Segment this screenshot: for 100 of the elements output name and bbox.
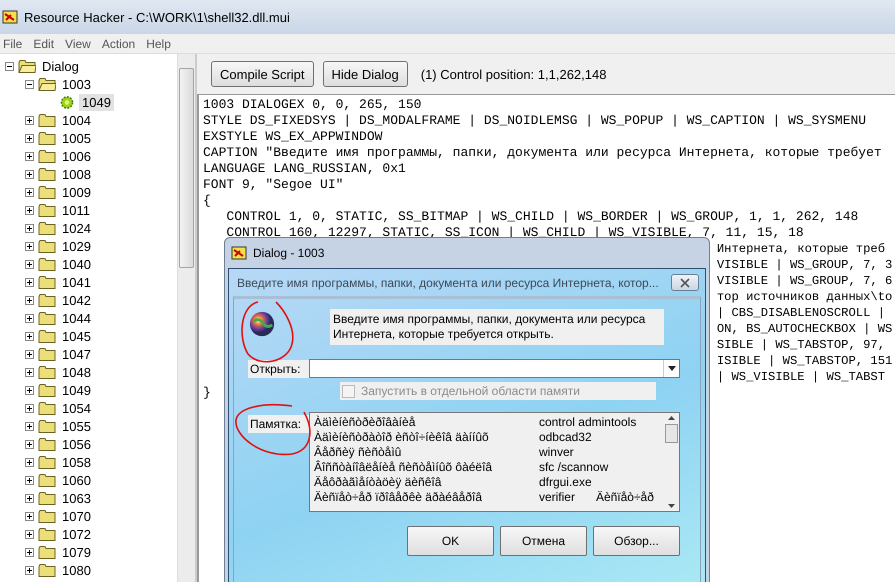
tree-item[interactable]: 1063 bbox=[59, 490, 94, 506]
tree-item[interactable]: 1054 bbox=[59, 400, 94, 416]
app-icon bbox=[2, 9, 18, 25]
expand-icon[interactable] bbox=[24, 564, 35, 576]
expand-icon[interactable] bbox=[24, 114, 35, 126]
memo-listbox[interactable] bbox=[308, 412, 680, 512]
code-line: VISIBLE | WS_GROUP, 7, 6 bbox=[716, 273, 892, 289]
expand-icon[interactable] bbox=[24, 222, 35, 234]
scroll-up-icon[interactable] bbox=[668, 416, 675, 420]
menu-item[interactable]: File bbox=[0, 36, 30, 50]
scrollbar[interactable] bbox=[177, 54, 195, 582]
tree-item[interactable]: 1040 bbox=[59, 256, 94, 272]
expand-icon[interactable] bbox=[24, 132, 35, 144]
code-line: EXSTYLE WS_EX_APPWINDOW bbox=[203, 129, 382, 144]
expand-icon[interactable] bbox=[24, 366, 35, 378]
memo-cell-text: verifier bbox=[538, 490, 576, 505]
tree-item[interactable]: 1070 bbox=[59, 508, 94, 524]
code-line: SIBLE | WS_TABSTOP, 97, bbox=[716, 337, 886, 353]
folder-icon bbox=[38, 220, 56, 236]
tree-item[interactable]: 1029 bbox=[59, 238, 94, 254]
collapse-icon[interactable] bbox=[24, 78, 35, 90]
code-line: ON, BS_AUTOCHECKBOX | WS bbox=[716, 321, 892, 337]
tree-item[interactable]: 1042 bbox=[59, 292, 94, 308]
tree-item[interactable]: 1055 bbox=[59, 418, 94, 434]
tree-item[interactable]: 1072 bbox=[59, 526, 94, 542]
dialog-button[interactable]: Отмена bbox=[500, 526, 587, 556]
code-line: CAPTION "Введите имя программы, папки, документа или ресурса Интернета, которые требует bbox=[203, 145, 882, 160]
close-button[interactable] bbox=[671, 274, 699, 291]
expand-icon[interactable] bbox=[24, 330, 35, 342]
tree-item[interactable]: 1049 bbox=[79, 94, 114, 110]
tree-item[interactable]: 1056 bbox=[59, 436, 94, 452]
expand-icon[interactable] bbox=[24, 168, 35, 180]
expand-icon[interactable] bbox=[24, 294, 35, 306]
dialog-title: Dialog - 1003 bbox=[253, 246, 324, 260]
tree-item[interactable]: 1006 bbox=[59, 148, 94, 164]
expand-icon[interactable] bbox=[24, 312, 35, 324]
expand-icon[interactable] bbox=[24, 240, 35, 252]
expand-icon[interactable] bbox=[24, 510, 35, 522]
tree-item[interactable]: Dialog bbox=[39, 58, 82, 74]
tree-item[interactable]: 1044 bbox=[59, 310, 94, 326]
scroll-thumb[interactable] bbox=[665, 424, 678, 443]
tree-item[interactable]: 1041 bbox=[59, 274, 94, 290]
code-line: STYLE DS_FIXEDSYS | DS_MODALFRAME | DS_NOIDLEMSG | WS_POPUP | WS_CAPTION | WS_SYSMENU bbox=[203, 113, 866, 128]
tree-item[interactable]: 1005 bbox=[59, 130, 94, 146]
tree-item[interactable]: 1011 bbox=[59, 202, 93, 218]
expand-icon[interactable] bbox=[24, 276, 35, 288]
tree-item[interactable]: 1060 bbox=[59, 472, 94, 488]
scroll-down-icon[interactable] bbox=[668, 504, 675, 508]
tree-item[interactable]: 1024 bbox=[59, 220, 94, 236]
tree-item[interactable]: 1004 bbox=[59, 112, 94, 128]
expand-icon[interactable] bbox=[24, 186, 35, 198]
expand-icon[interactable] bbox=[24, 474, 35, 486]
expand-icon[interactable] bbox=[24, 492, 35, 504]
memo-cell-text: Âîññòàíîâëåíèå ñèñòåìíûõ ôàéëîâ bbox=[314, 460, 494, 475]
tree-item[interactable]: 1080 bbox=[59, 562, 94, 578]
control-position-text: (1) Control position: 1,1,262,148 bbox=[420, 66, 606, 82]
tree-item[interactable]: 1008 bbox=[59, 166, 94, 182]
folder-icon bbox=[38, 148, 56, 164]
menu-item[interactable]: View bbox=[61, 36, 98, 50]
folder-icon bbox=[38, 400, 56, 416]
expand-icon[interactable] bbox=[24, 456, 35, 468]
tree-item[interactable]: 1048 bbox=[59, 364, 94, 380]
toolbar-button[interactable]: Hide Dialog bbox=[322, 61, 408, 87]
tree-item[interactable]: 1045 bbox=[59, 328, 94, 344]
expand-icon[interactable] bbox=[24, 258, 35, 270]
tree-item[interactable]: 1049 bbox=[59, 382, 94, 398]
tree-item[interactable]: 1058 bbox=[59, 454, 94, 470]
folder-icon bbox=[38, 292, 56, 308]
code-line: тор источников данных\to bbox=[716, 289, 892, 305]
scroll-thumb[interactable] bbox=[179, 68, 194, 268]
dialog-button[interactable]: OK bbox=[407, 526, 494, 556]
dropdown-arrow-icon[interactable] bbox=[668, 366, 676, 371]
folder-icon bbox=[38, 112, 56, 128]
expand-icon[interactable] bbox=[24, 348, 35, 360]
preview-caption: Введите имя программы, папки, документа или ресурса Интернета, котор... bbox=[237, 276, 659, 290]
menu-item[interactable]: Action bbox=[98, 36, 142, 50]
menu-item[interactable]: Edit bbox=[29, 36, 62, 50]
memo-cell-text: Äåôðàãìåíòàöèÿ äèñêîâ bbox=[314, 475, 442, 490]
memo-cell-text: dfrgui.exe bbox=[538, 475, 593, 490]
expand-icon[interactable] bbox=[24, 384, 35, 396]
tree-item[interactable]: 1003 bbox=[59, 76, 94, 92]
expand-icon[interactable] bbox=[24, 546, 35, 558]
tree-item[interactable]: 1047 bbox=[59, 346, 94, 362]
expand-icon[interactable] bbox=[24, 438, 35, 450]
open-combobox[interactable] bbox=[308, 359, 680, 378]
expand-icon[interactable] bbox=[24, 204, 35, 216]
tree-item[interactable]: 1009 bbox=[59, 184, 94, 200]
expand-icon[interactable] bbox=[24, 528, 35, 540]
expand-icon[interactable] bbox=[24, 420, 35, 432]
tree-item[interactable]: 1079 bbox=[59, 544, 94, 560]
code-line: CONTROL 1, 0, STATIC, SS_BITMAP | WS_CHILD | WS_BORDER | WS_GROUP, 1, 1, 262, 148 bbox=[225, 209, 858, 224]
toolbar-button[interactable]: Compile Script bbox=[211, 61, 314, 87]
folder-icon bbox=[38, 184, 56, 200]
dialog-button[interactable]: Обзор... bbox=[593, 526, 680, 556]
menu-item[interactable]: Help bbox=[142, 36, 178, 50]
expand-icon[interactable] bbox=[24, 402, 35, 414]
globe-icon bbox=[248, 309, 276, 339]
expand-icon[interactable] bbox=[24, 150, 35, 162]
collapse-icon[interactable] bbox=[4, 60, 15, 72]
folder-icon bbox=[38, 364, 56, 380]
